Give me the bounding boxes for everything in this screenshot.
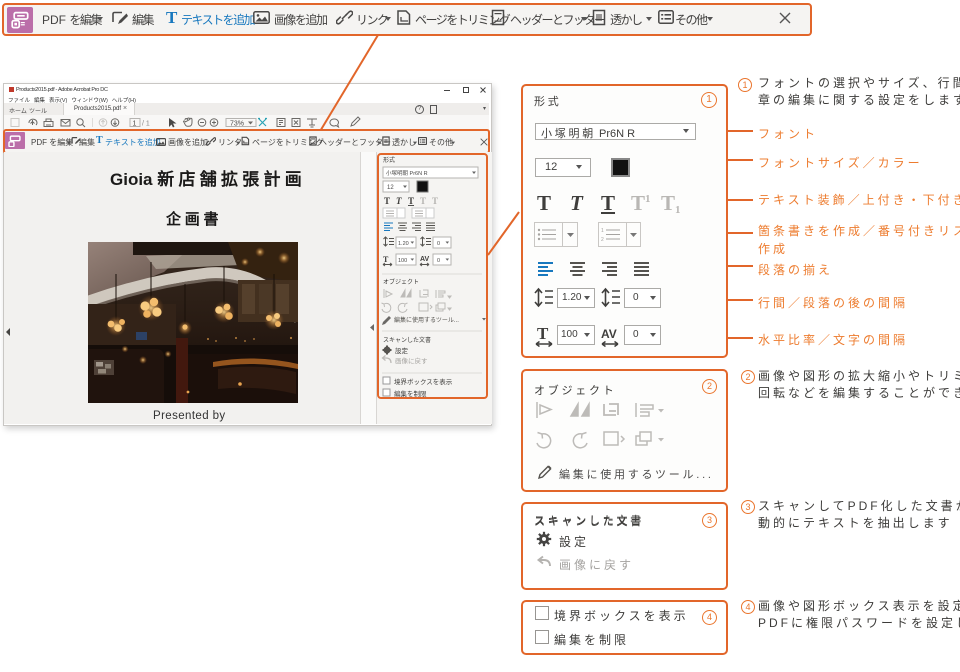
svg-text:1: 1 [133,121,137,128]
svg-text:1: 1 [601,228,604,234]
svg-text:AV: AV [601,327,617,341]
svg-text:T: T [537,324,549,343]
svg-text:/ 1: / 1 [142,121,150,128]
svg-text:73%: 73% [230,121,244,128]
svg-text:2: 2 [601,237,604,243]
